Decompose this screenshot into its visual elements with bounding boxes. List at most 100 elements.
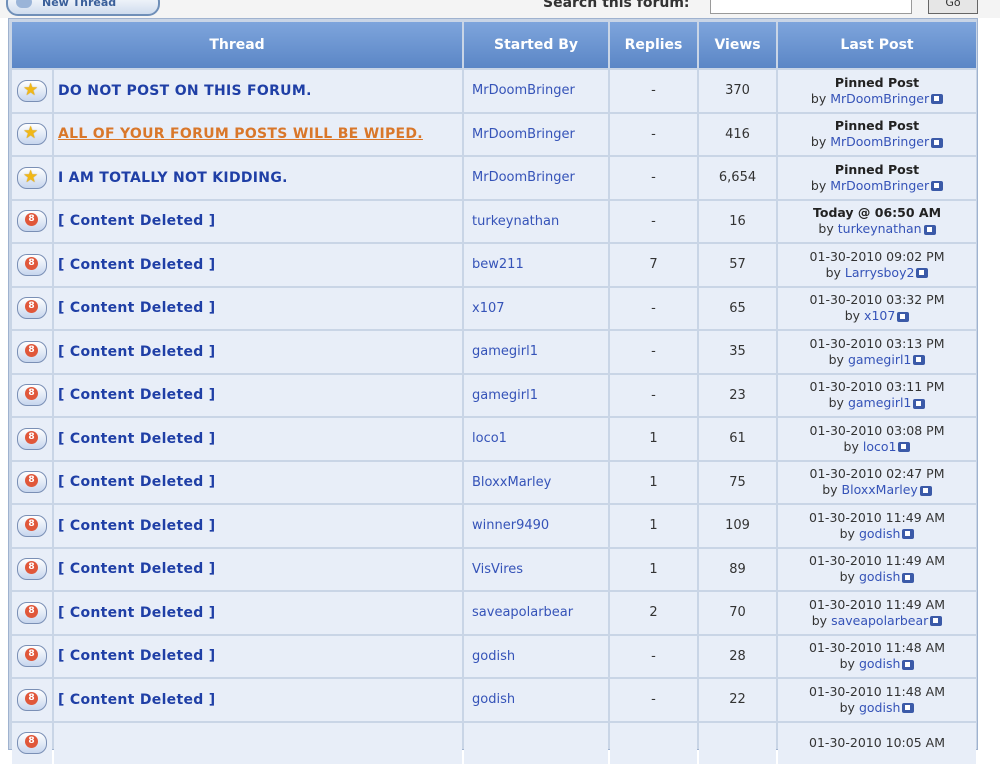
last-post-by-label: by — [843, 438, 859, 454]
thread-title-link[interactable]: [ Content Deleted ] — [54, 431, 215, 447]
last-post-user-link[interactable]: gamegirl1 — [848, 395, 911, 410]
replies-column-header[interactable]: Replies — [610, 22, 698, 68]
thread-starter-link[interactable]: loco1 — [464, 418, 609, 460]
replies-count: - — [610, 331, 698, 373]
table-row: ★ I AM TOTALLY NOT KIDDING. MrDoomBringer -… — [12, 157, 977, 199]
last-post-date: 01-30-2010 11:48 AM — [809, 683, 945, 699]
last-post-user-link[interactable]: saveapolarbear — [831, 613, 928, 628]
last-post-user-link[interactable]: Larrysboy2 — [845, 265, 915, 280]
thread-starter-link[interactable]: MrDoomBringer — [464, 70, 609, 112]
last-post-date: Today @ 06:50 AM — [812, 205, 942, 221]
last-post-date: 01-30-2010 11:49 AM — [809, 553, 945, 569]
last-post-user-link[interactable]: godish — [859, 656, 900, 671]
go-to-last-post-icon[interactable] — [902, 659, 915, 670]
last-post-user-link[interactable]: x107 — [864, 308, 895, 323]
thread-title-cell: [ Content Deleted ] — [54, 418, 463, 460]
thread-title-cell: [ Content Deleted ] — [54, 461, 463, 503]
last-post-user-link[interactable]: turkeynathan — [838, 221, 922, 236]
last-post-user-link[interactable]: godish — [859, 569, 900, 584]
thread-column-header[interactable]: Thread — [12, 22, 463, 68]
thread-title-link[interactable]: DO NOT POST ON THIS FORUM. — [54, 83, 312, 99]
thread-title-cell: [ Content Deleted ] — [54, 331, 463, 373]
new-thread-button[interactable]: New Thread — [6, 0, 160, 16]
last-post-column-header[interactable]: Last Post — [778, 22, 977, 68]
table-row: 8[ Content Deleted ] godish -28 01-30-2010 … — [12, 635, 977, 677]
thread-starter-link[interactable] — [464, 722, 609, 764]
go-to-last-post-icon[interactable] — [930, 616, 943, 627]
last-post-user-link[interactable]: MrDoomBringer — [830, 91, 929, 106]
thread-title-link[interactable]: [ Content Deleted ] — [54, 605, 215, 621]
last-post-user-link[interactable]: loco1 — [863, 439, 897, 454]
thread-title-link[interactable]: [ Content Deleted ] — [54, 387, 215, 403]
thread-starter-link[interactable]: saveapolarbear — [464, 592, 609, 634]
thread-title-cell: [ Content Deleted ] — [54, 548, 463, 590]
views-count: 370 — [699, 70, 777, 112]
go-to-last-post-icon[interactable] — [913, 355, 926, 366]
go-to-last-post-icon[interactable] — [897, 311, 910, 322]
views-count: 89 — [699, 548, 777, 590]
table-row: 8[ Content Deleted ] x107-65 01-30-2010 03… — [12, 287, 977, 329]
last-post-user-link[interactable]: godish — [859, 526, 900, 541]
last-post-byline: by saveapolarbear — [778, 613, 976, 629]
thread-starter-link[interactable]: winner9490 — [464, 505, 609, 547]
thread-starter-link[interactable]: bew211 — [464, 244, 609, 286]
replies-count: - — [610, 70, 698, 112]
locked-icon: 8 — [17, 384, 47, 407]
thread-title-link[interactable]: [ Content Deleted ] — [54, 344, 215, 360]
thread-starter-link[interactable]: godish — [464, 635, 609, 677]
thread-starter-link[interactable]: gamegirl1 — [464, 374, 609, 416]
search-input[interactable] — [710, 0, 912, 14]
views-count: 23 — [699, 374, 777, 416]
thread-title-link[interactable]: [ Content Deleted ] — [54, 474, 215, 490]
thread-title-link[interactable]: [ Content Deleted ] — [54, 300, 215, 316]
sticky-star-icon: ★ — [17, 123, 47, 146]
thread-rows: ★ DO NOT POST ON THIS FORUM. MrDoomBringer… — [12, 70, 977, 764]
go-to-last-post-icon[interactable] — [931, 181, 944, 192]
views-count: 416 — [699, 113, 777, 155]
last-post-user-link[interactable]: MrDoomBringer — [830, 178, 929, 193]
go-to-last-post-icon[interactable] — [913, 398, 926, 409]
locked-icon: 8 — [17, 210, 47, 233]
go-to-last-post-icon[interactable] — [923, 224, 936, 235]
thread-starter-link[interactable]: BloxxMarley — [464, 461, 609, 503]
thread-starter-link[interactable]: godish — [464, 679, 609, 721]
thread-title-cell: DO NOT POST ON THIS FORUM. — [54, 70, 463, 112]
thread-title-link[interactable] — [54, 735, 58, 751]
go-to-last-post-icon[interactable] — [902, 703, 915, 714]
thread-title-link[interactable]: [ Content Deleted ] — [54, 518, 215, 534]
last-post-cell: 01-30-2010 03:08 PM by loco1 — [778, 418, 977, 460]
thread-title-link[interactable]: [ Content Deleted ] — [54, 692, 215, 708]
thread-title-link[interactable]: [ Content Deleted ] — [54, 213, 215, 229]
locked-icon: 8 — [17, 514, 47, 537]
thread-status-cell: 8 — [12, 287, 52, 329]
views-column-header[interactable]: Views — [699, 22, 777, 68]
thread-starter-link[interactable]: turkeynathan — [464, 200, 609, 242]
last-post-user-link[interactable]: gamegirl1 — [848, 352, 911, 367]
last-post-user-link[interactable]: BloxxMarley — [842, 482, 918, 497]
started-by-column-header[interactable]: Started By — [464, 22, 609, 68]
thread-title-link[interactable]: ALL OF YOUR FORUM POSTS WILL BE WIPED. — [54, 126, 423, 142]
go-to-last-post-icon[interactable] — [931, 137, 944, 148]
go-to-last-post-icon[interactable] — [898, 442, 911, 453]
go-to-last-post-icon[interactable] — [902, 529, 915, 540]
thread-title-link[interactable]: [ Content Deleted ] — [54, 648, 215, 664]
thread-title-link[interactable]: [ Content Deleted ] — [54, 257, 215, 273]
go-to-last-post-icon[interactable] — [902, 572, 915, 583]
thread-starter-link[interactable]: MrDoomBringer — [464, 157, 609, 199]
thread-status-cell: 8 — [12, 200, 52, 242]
thread-starter-link[interactable]: MrDoomBringer — [464, 113, 609, 155]
thread-title-link[interactable]: [ Content Deleted ] — [54, 561, 215, 577]
go-to-last-post-icon[interactable] — [916, 268, 929, 279]
thread-starter-link[interactable]: VisVires — [464, 548, 609, 590]
last-post-by-label: by — [839, 699, 855, 715]
go-to-last-post-icon[interactable] — [931, 94, 944, 105]
thread-title-link[interactable]: I AM TOTALLY NOT KIDDING. — [54, 170, 288, 186]
last-post-cell: 01-30-2010 11:49 AM by godish — [778, 505, 977, 547]
last-post-user-link[interactable]: godish — [859, 700, 900, 715]
last-post-by-label: by — [818, 221, 834, 237]
go-button[interactable]: Go — [928, 0, 978, 14]
go-to-last-post-icon[interactable] — [919, 485, 932, 496]
thread-starter-link[interactable]: gamegirl1 — [464, 331, 609, 373]
thread-starter-link[interactable]: x107 — [464, 287, 609, 329]
last-post-user-link[interactable]: MrDoomBringer — [830, 134, 929, 149]
